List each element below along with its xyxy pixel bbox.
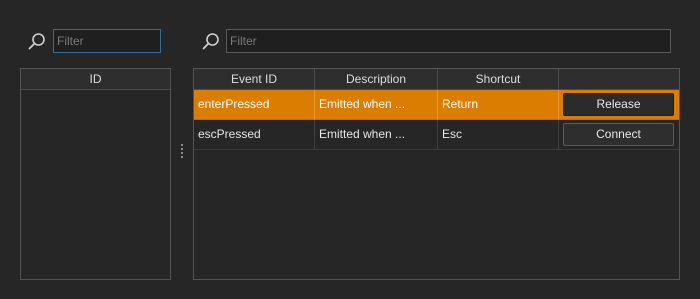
shortcut-cell: Return [438,90,559,120]
description-cell: Emitted when ... [315,120,438,150]
event-id-cell: escPressed [194,120,315,150]
event-id-cell: enterPressed [194,90,315,120]
release-button[interactable]: Release [563,93,674,116]
action-cell: Release [559,90,679,120]
shortcut-editor-window: ID Event ID Description Shortcut enterPr… [0,0,700,299]
id-filter-input[interactable] [53,29,161,53]
events-table: Event ID Description Shortcut enterPress… [193,68,680,280]
column-header-description[interactable]: Description [315,69,438,90]
connect-button[interactable]: Connect [563,123,674,146]
search-icon [28,33,45,50]
action-cell: Connect [559,120,679,150]
column-header-action[interactable] [559,69,679,90]
description-cell: Emitted when ... [315,90,438,120]
column-header-shortcut[interactable]: Shortcut [438,69,559,90]
splitter-handle-icon[interactable] [181,144,184,160]
table-row[interactable]: escPressed Emitted when ... Esc Connect [194,120,679,150]
column-header-event-id[interactable]: Event ID [194,69,315,90]
id-list-panel[interactable]: ID [20,68,171,280]
shortcut-cell: Esc [438,120,559,150]
search-icon [202,33,219,50]
table-header: Event ID Description Shortcut [194,69,679,90]
column-header-id[interactable]: ID [21,69,170,90]
event-filter-input[interactable] [226,29,671,53]
table-row[interactable]: enterPressed Emitted when ... Return Rel… [194,90,679,120]
